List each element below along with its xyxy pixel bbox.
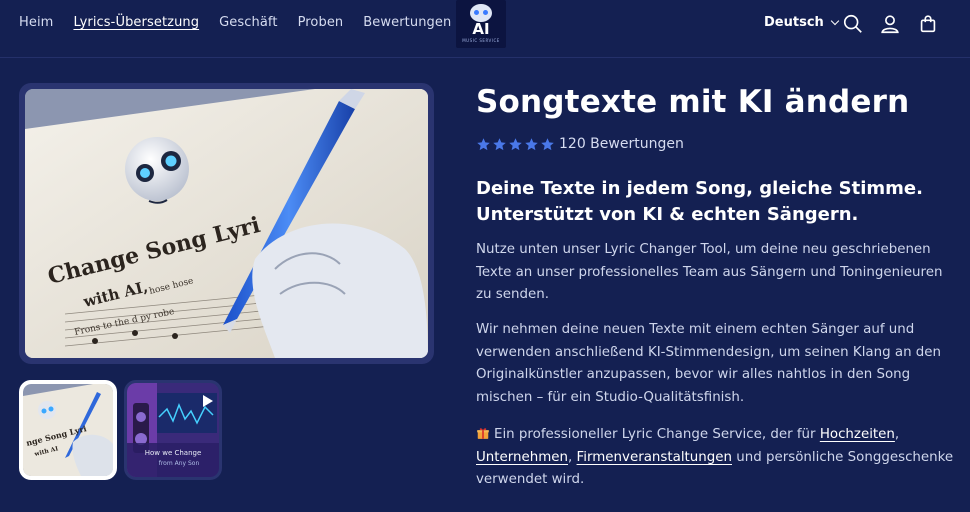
separator: ,: [894, 427, 900, 442]
star-icon: [509, 137, 522, 150]
search-icon[interactable]: [842, 13, 864, 35]
site-logo[interactable]: AI MUSIC SERVICE: [456, 0, 506, 48]
link-businesses[interactable]: Unternehmen: [476, 450, 568, 465]
nav-item-shop[interactable]: Geschäft: [219, 15, 277, 30]
chevron-down-icon: [830, 16, 840, 25]
account-icon[interactable]: [879, 13, 901, 35]
product-title: Songtexte mit KI ändern: [476, 84, 910, 120]
nav-item-samples[interactable]: Proben: [298, 15, 344, 30]
main-nav: Heim Lyrics-Übersetzung Geschäft Proben …: [19, 15, 471, 30]
rating-stars: [476, 137, 555, 152]
nav-item-home[interactable]: Heim: [19, 15, 53, 30]
gallery-thumbnail-1[interactable]: nge Song Lyri with AI: [19, 380, 117, 480]
language-selector[interactable]: Deutsch: [764, 15, 840, 30]
language-label: Deutsch: [764, 15, 824, 30]
product-rating[interactable]: 120 Bewertungen: [476, 136, 684, 152]
star-icon: [493, 137, 506, 150]
star-icon: [541, 137, 554, 150]
site-header: Heim Lyrics-Übersetzung Geschäft Proben …: [0, 0, 970, 58]
description-paragraph-3: Ein professioneller Lyric Change Service…: [476, 424, 956, 492]
thumbnail-2-caption-line2: from Any Son: [159, 460, 200, 467]
separator: ,: [568, 449, 577, 465]
subtitle-line-1: Deine Texte in jedem Song, gleiche Stimm…: [476, 178, 923, 199]
product-subtitle: Deine Texte in jedem Song, gleiche Stimm…: [476, 176, 946, 228]
product-image-canvas: Change Song Lyri with AI, hose hose Fron…: [25, 89, 428, 358]
thumbnail-2-caption-line1: How we Change: [145, 449, 202, 457]
link-weddings[interactable]: Hochzeiten: [820, 427, 895, 442]
description-paragraph-2: Wir nehmen deine neuen Texte mit einem e…: [476, 322, 942, 405]
review-count: 120 Bewertungen: [559, 136, 684, 152]
nav-item-lyrics-translation[interactable]: Lyrics-Übersetzung: [73, 15, 199, 30]
star-icon: [525, 137, 538, 150]
star-icon: [477, 137, 490, 150]
link-corporate-events[interactable]: Firmenveranstaltungen: [577, 450, 732, 465]
subtitle-line-2: Unterstützt von KI & echten Sängern.: [476, 204, 859, 225]
paragraph-3-prefix: Ein professioneller Lyric Change Service…: [494, 427, 820, 442]
cart-icon[interactable]: [917, 13, 939, 35]
description-paragraph-1: Nutze unten unser Lyric Changer Tool, um…: [476, 242, 943, 302]
product-main-image[interactable]: Change Song Lyri with AI, hose hose Fron…: [19, 83, 434, 364]
logo-text: AI: [472, 20, 490, 38]
gallery-thumbnail-2[interactable]: How we Change from Any Son: [124, 380, 222, 480]
gift-icon: [477, 428, 489, 439]
nav-item-reviews[interactable]: Bewertungen: [363, 15, 451, 30]
logo-subtext: MUSIC SERVICE: [462, 38, 500, 43]
